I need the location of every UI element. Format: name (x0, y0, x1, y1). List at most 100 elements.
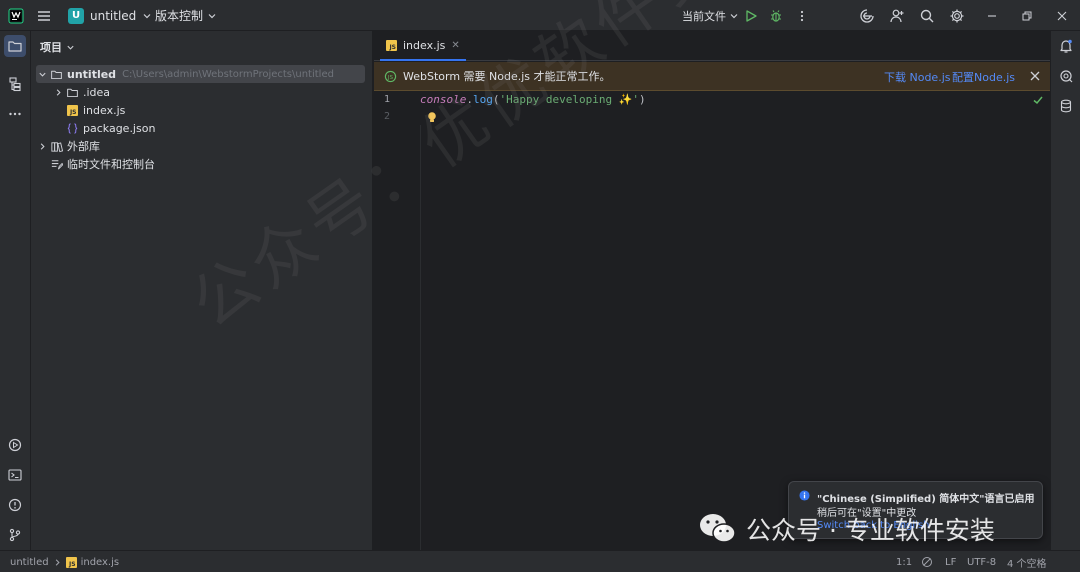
right-tool-strip (1050, 31, 1080, 550)
caret-position-label: 1:1 (896, 556, 913, 568)
intention-lightbulb-icon[interactable] (426, 111, 438, 124)
vcs-widget[interactable]: 版本控制 (155, 0, 217, 31)
run-icon[interactable] (743, 0, 759, 31)
editor-tab-bar: JS index.js ✕ (374, 31, 1050, 61)
tree-item-label: 外部库 (67, 140, 100, 153)
chevron-down-icon (142, 11, 152, 21)
json-file-icon (64, 122, 80, 135)
chevron-right-icon[interactable] (36, 142, 48, 151)
database-icon[interactable] (1057, 97, 1075, 115)
tree-item-label: package.json (83, 121, 156, 135)
line-number: 1 (384, 94, 391, 105)
caret-position[interactable]: 1:1 (896, 551, 912, 572)
project-tool-folder-icon[interactable] (4, 35, 26, 57)
project-panel-title-label: 项目 (40, 41, 62, 54)
tree-item-package-json[interactable]: package.json (36, 119, 365, 137)
webstorm-logo-icon (8, 0, 24, 31)
vcs-label: 版本控制 (155, 9, 204, 23)
left-tool-strip (0, 31, 31, 550)
javascript-file-icon: JS (65, 556, 77, 568)
tree-item-idea[interactable]: .idea (36, 83, 365, 101)
chevron-down-icon (66, 43, 75, 52)
download-nodejs-link[interactable]: 下载 Node.js (884, 62, 951, 91)
notification-title: "Chinese (Simplified) 简体中文"语言已启用 (817, 494, 1035, 505)
chevron-right-icon[interactable] (52, 88, 64, 97)
code-token: . (466, 93, 473, 106)
info-icon (799, 490, 810, 501)
line-number-gutter: 1 2 (374, 91, 418, 550)
tree-item-label: index.js (83, 103, 126, 117)
minimize-icon[interactable] (984, 0, 1000, 31)
language-notification-popup: "Chinese (Simplified) 简体中文"语言已启用 稍后可在"设置… (788, 481, 1043, 539)
problems-icon[interactable] (4, 494, 26, 516)
javascript-file-icon: JS (64, 104, 80, 116)
settings-gear-icon[interactable] (949, 0, 965, 31)
run-config-label: 当前文件 (682, 9, 726, 23)
tab-index-js[interactable]: JS index.js ✕ (380, 31, 466, 61)
close-icon[interactable] (1028, 69, 1042, 83)
folder-icon (48, 68, 64, 81)
tree-item-label: 临时文件和控制台 (67, 158, 155, 171)
more-actions-icon[interactable] (794, 0, 810, 31)
tree-item-external-libraries[interactable]: 外部库 (36, 137, 365, 155)
structure-tool-icon[interactable] (4, 73, 26, 95)
folder-icon (64, 86, 80, 99)
git-branch-icon[interactable] (4, 524, 26, 546)
tab-label: index.js (403, 38, 446, 52)
restore-window-icon[interactable] (1019, 0, 1035, 31)
project-name: untitled (90, 8, 137, 23)
project-panel: 项目 untitled C:\Users\admin\WebstormProje… (31, 31, 373, 550)
breadcrumb: untitled JS index.js (10, 551, 119, 572)
file-encoding-label: UTF-8 (967, 556, 997, 568)
code-line-1[interactable]: console.log('Happy developing ✨') (420, 91, 646, 108)
line-number: 2 (384, 111, 391, 122)
chevron-down-icon (207, 11, 217, 21)
terminal-icon[interactable] (4, 464, 26, 486)
services-run-icon[interactable] (4, 434, 26, 456)
tree-item-index-js[interactable]: JS index.js (36, 101, 365, 119)
library-icon (48, 140, 64, 153)
breadcrumb-file[interactable]: index.js (81, 557, 120, 568)
run-configuration-selector[interactable]: 当前文件 (682, 0, 739, 31)
project-panel-title[interactable]: 项目 (40, 39, 75, 55)
no-inspection-icon[interactable] (921, 551, 933, 572)
notifications-bell-icon[interactable] (1057, 37, 1075, 55)
indent-guide (420, 125, 421, 550)
close-window-icon[interactable] (1054, 0, 1070, 31)
nodejs-warning-banner: JS WebStorm 需要 Node.js 才能正常工作。 下载 Node.j… (374, 62, 1050, 91)
line-separator[interactable]: LF (945, 551, 956, 572)
status-bar: untitled JS index.js 1:1 LF UTF-8 4 个空格 (0, 550, 1080, 572)
chevron-down-icon[interactable] (36, 70, 48, 79)
javascript-file-icon: JS (386, 39, 397, 51)
file-encoding[interactable]: UTF-8 (967, 551, 996, 572)
main-menu-icon[interactable] (36, 0, 52, 31)
tree-item-label: untitled (67, 67, 117, 81)
breadcrumb-project[interactable]: untitled (10, 557, 49, 568)
line-separator-label: LF (945, 556, 957, 568)
code-token: console (420, 93, 467, 106)
tree-item-label: .idea (83, 85, 111, 99)
notification-body: 稍后可在"设置"中更改 (817, 508, 917, 519)
switch-back-to-english-link[interactable]: Switch back to English (817, 520, 930, 531)
debug-icon[interactable] (768, 0, 784, 31)
indent-setting[interactable]: 4 个空格 (1007, 551, 1047, 572)
ai-chat-icon[interactable] (1057, 67, 1075, 85)
indent-setting-label: 4 个空格 (1007, 558, 1047, 570)
banner-message: WebStorm 需要 Node.js 才能正常工作。 (403, 70, 611, 83)
svg-text:JS: JS (387, 74, 394, 80)
inspection-ok-checkmark-icon[interactable] (1032, 94, 1044, 106)
add-user-icon[interactable] (889, 0, 905, 31)
configure-nodejs-link[interactable]: 配置Node.js (952, 62, 1015, 91)
more-tool-windows-icon[interactable] (4, 103, 26, 125)
search-icon[interactable] (919, 0, 935, 31)
project-switcher[interactable]: U untitled (68, 0, 152, 31)
tree-item-root[interactable]: untitled C:\Users\admin\WebstormProjects… (36, 65, 365, 83)
close-tab-icon[interactable]: ✕ (451, 40, 459, 51)
ai-assistant-icon[interactable] (859, 0, 875, 31)
title-bar: U untitled 版本控制 当前文件 (0, 0, 1080, 31)
tree-item-scratches[interactable]: 临时文件和控制台 (36, 155, 365, 173)
code-token: log (472, 93, 493, 106)
code-token: ) (639, 93, 646, 106)
code-token: 'Happy developing ✨' (499, 93, 640, 106)
project-path: C:\Users\admin\WebstormProjects\untitled (122, 68, 334, 80)
